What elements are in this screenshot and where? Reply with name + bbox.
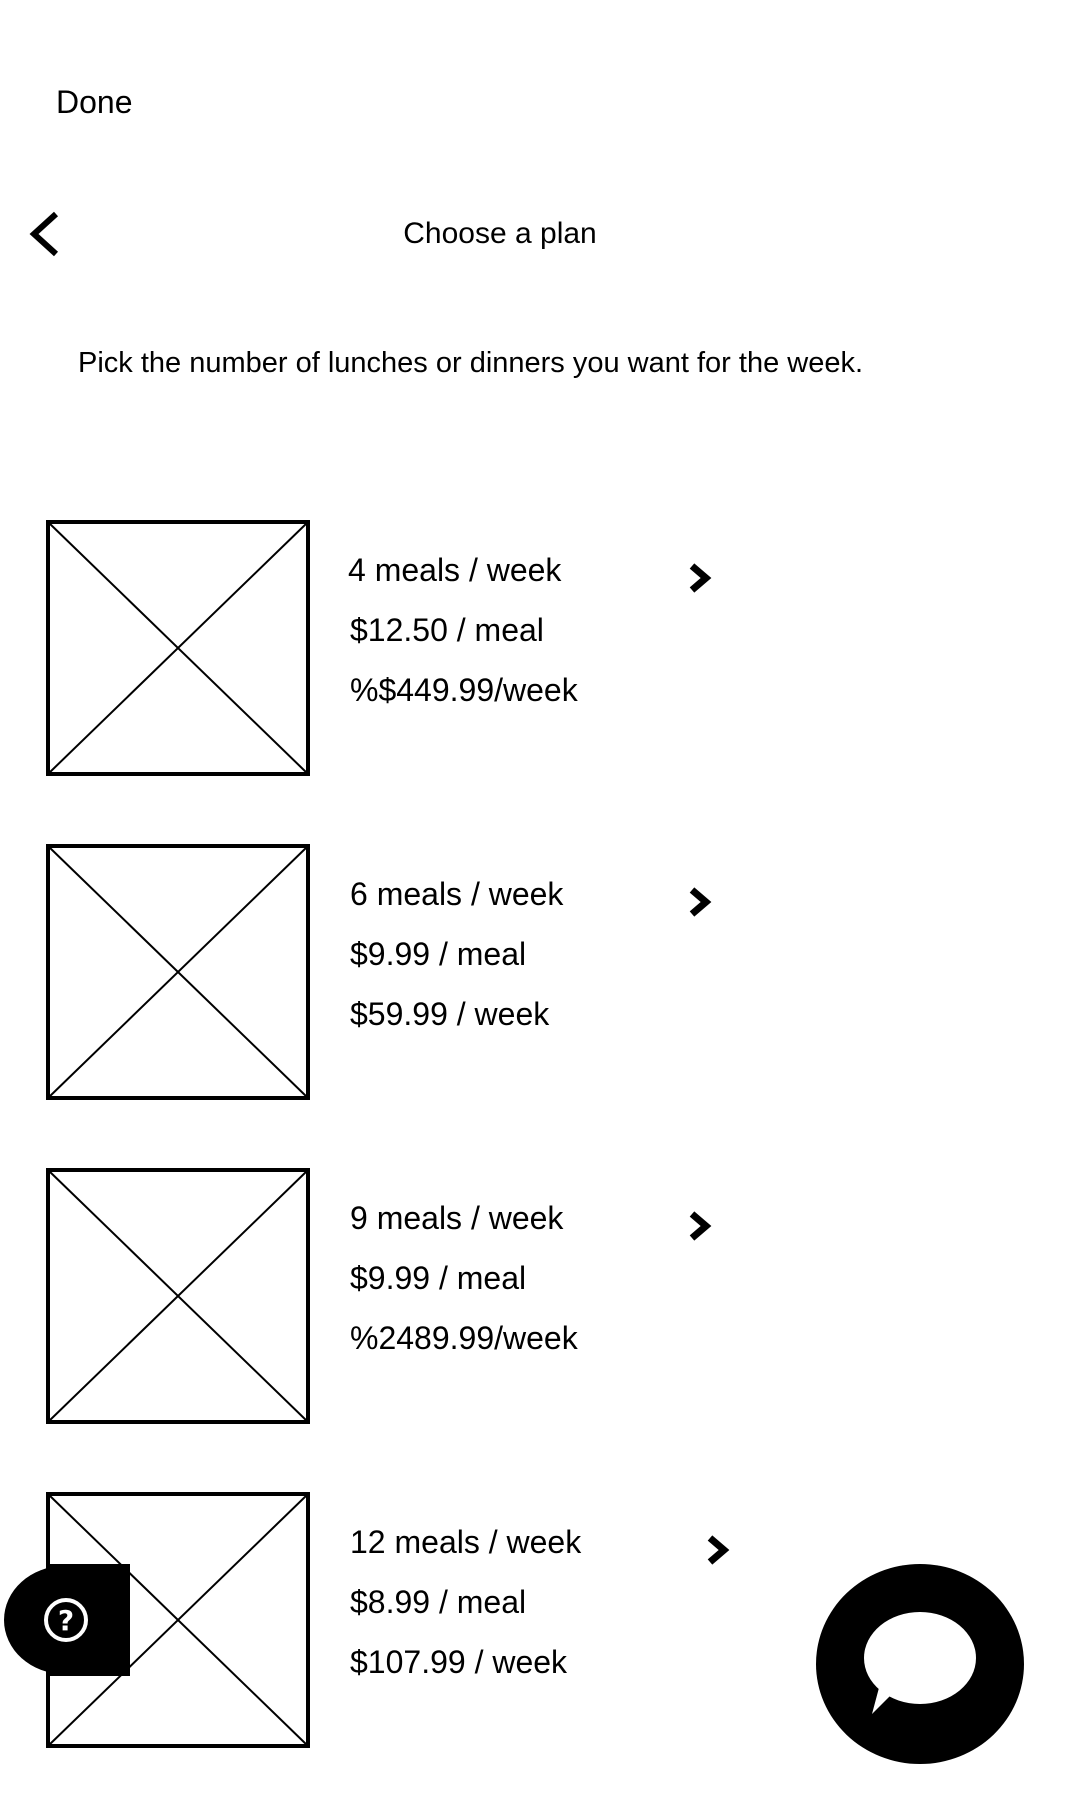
plan-meals-count: 9 meals / week	[350, 1200, 564, 1236]
svg-text:?: ?	[58, 1604, 74, 1637]
plan-meals-count: 6 meals / week	[350, 876, 564, 912]
plan-price-per-week: $107.99 / week	[350, 1644, 568, 1680]
chevron-right-icon[interactable]	[680, 558, 720, 598]
plan-price-per-meal: $9.99 / meal	[350, 936, 527, 972]
plan-price-per-meal: $8.99 / meal	[350, 1584, 527, 1620]
done-button[interactable]: Done	[56, 82, 133, 122]
plan-price-per-week: $59.99 / week	[350, 996, 550, 1032]
page-title: Choose a plan	[403, 217, 597, 250]
chevron-right-icon[interactable]	[698, 1530, 738, 1570]
chevron-right-icon[interactable]	[680, 882, 720, 922]
plan-price-per-meal: $12.50 / meal	[350, 612, 544, 648]
plan-meals-count: 12 meals / week	[350, 1524, 582, 1560]
plan-image-placeholder-icon	[46, 1168, 310, 1424]
plan-card-4-meals[interactable]: 4 meals / week $12.50 / meal %$449.99/we…	[0, 520, 1080, 780]
chevron-right-icon[interactable]	[680, 1206, 720, 1246]
plan-image-placeholder-icon	[46, 844, 310, 1100]
plan-price-per-week: %2489.99/week	[350, 1320, 578, 1356]
plan-image-placeholder-icon	[46, 520, 310, 776]
plan-card-9-meals[interactable]: 9 meals / week $9.99 / meal %2489.99/wee…	[0, 1168, 1080, 1428]
plan-meals-count: 4 meals / week	[348, 552, 562, 588]
plan-price-per-meal: $9.99 / meal	[350, 1260, 527, 1296]
plan-card-6-meals[interactable]: 6 meals / week $9.99 / meal $59.99 / wee…	[0, 844, 1080, 1104]
plan-price-per-week: %$449.99/week	[350, 672, 578, 708]
help-icon[interactable]: ?	[2, 1564, 130, 1676]
page-subtitle: Pick the number of lunches or dinners yo…	[78, 347, 864, 379]
chat-icon[interactable]	[814, 1562, 1026, 1766]
